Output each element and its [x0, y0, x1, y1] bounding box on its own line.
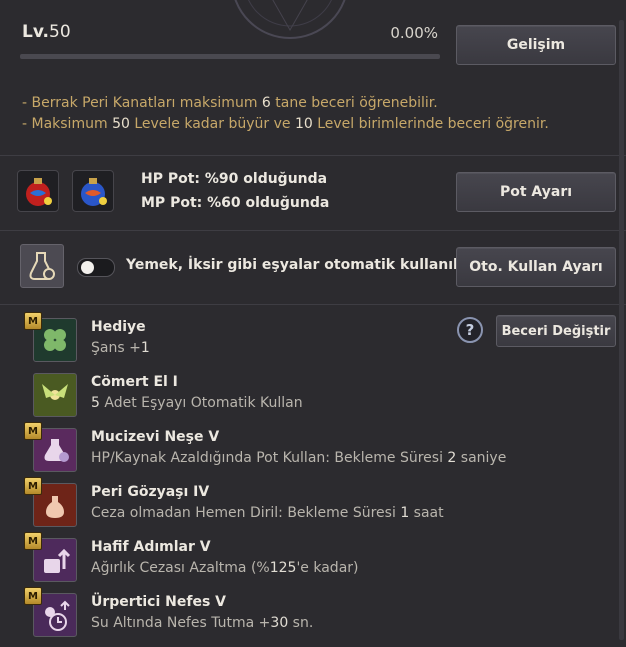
skill-description: Su Altında Nefes Tutma +30 sn.: [91, 615, 314, 631]
divider: [0, 230, 626, 231]
fairy-wings-panel: Lv.50 0.00% Gelişim - Berrak Peri Kanatl…: [0, 0, 626, 647]
skill-description: Şans +1: [91, 340, 150, 356]
skill-name: Hediye: [91, 319, 146, 335]
master-badge: M: [24, 422, 42, 440]
skill-name: Hafif Adımlar V: [91, 539, 211, 555]
level-percent: 0.00%: [390, 24, 438, 42]
divider: [0, 155, 626, 156]
scrollbar[interactable]: [619, 20, 624, 640]
level-label: Lv.50: [22, 22, 71, 42]
divider: [0, 304, 626, 305]
skill-description: 5 Adet Eşyayı Otomatik Kullan: [91, 395, 303, 411]
hp-pot-setting: HP Pot: %90 olduğunda: [141, 171, 328, 187]
pot-settings-button[interactable]: Pot Ayarı: [456, 172, 616, 212]
auto-use-settings-button[interactable]: Oto. Kullan Ayarı: [456, 247, 616, 287]
help-icon[interactable]: ?: [457, 317, 483, 343]
info-note-2: - Maksimum 50 Levele kadar büyür ve 10 L…: [22, 116, 549, 132]
fairy-icon: [33, 373, 77, 417]
skill-name: Cömert El I: [91, 374, 178, 390]
auto-use-flask-gear-icon: [20, 244, 64, 288]
master-badge: M: [24, 587, 42, 605]
mp-pot-setting: MP Pot: %60 olduğunda: [141, 195, 330, 211]
skill-name: Ürpertici Nefes V: [91, 594, 226, 610]
skill-description: Ağırlık Cezası Azaltma (%125'e kadar): [91, 560, 359, 576]
blue-potion-icon: [72, 170, 114, 212]
master-badge: M: [24, 312, 42, 330]
skill-name: Mucizevi Neşe V: [91, 429, 220, 445]
change-skill-button[interactable]: Beceri Değiştir: [496, 315, 616, 347]
auto-use-label: Yemek, İksir gibi eşyalar otomatik kulla…: [126, 257, 473, 273]
auto-use-toggle[interactable]: [77, 258, 115, 277]
master-badge: M: [24, 532, 42, 550]
info-note-1: - Berrak Peri Kanatları maksimum 6 tane …: [22, 95, 438, 111]
master-badge: M: [24, 477, 42, 495]
red-potion-icon: [17, 170, 59, 212]
skill-description: Ceza olmadan Hemen Diril: Bekleme Süresi…: [91, 505, 444, 521]
level-value: 50: [49, 22, 71, 42]
toggle-knob: [81, 261, 94, 274]
skill-name: Peri Gözyaşı IV: [91, 484, 210, 500]
level-prefix: Lv.: [22, 22, 49, 42]
develop-button[interactable]: Gelişim: [456, 25, 616, 65]
level-progress-bar: [20, 54, 440, 59]
skill-description: HP/Kaynak Azaldığında Pot Kullan: Beklem…: [91, 450, 507, 466]
